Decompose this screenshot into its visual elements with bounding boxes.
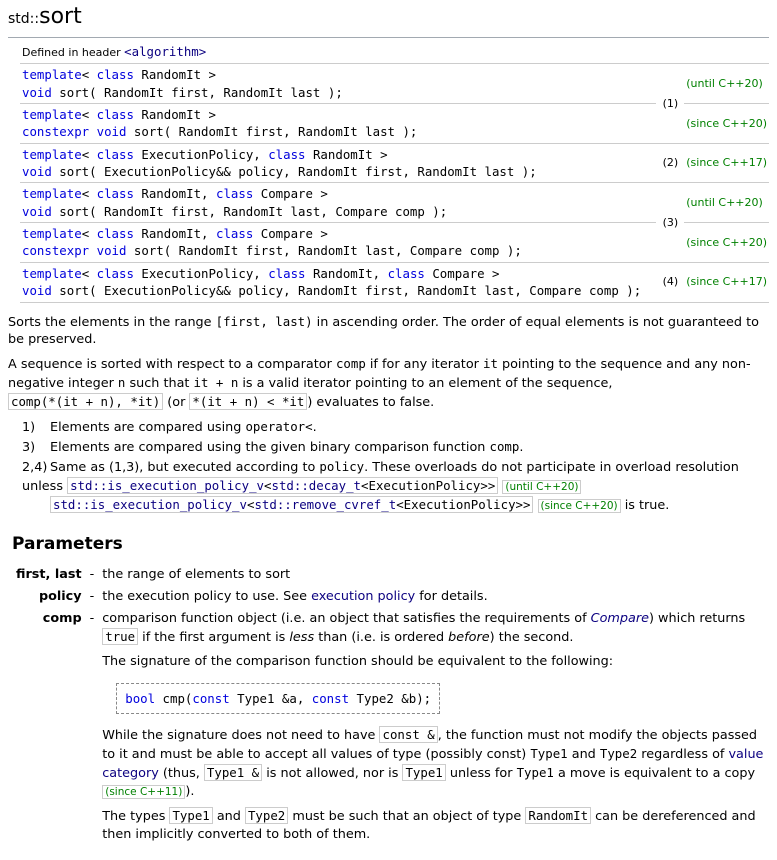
decl-mark: (until C++20) xyxy=(684,183,769,223)
param-desc: comparison function object (i.e. an obje… xyxy=(98,608,769,852)
type1-code: Type1 xyxy=(402,764,445,781)
decl-num: (3) xyxy=(656,183,684,262)
list-item: 1)Elements are compared using operator<. xyxy=(22,418,769,437)
list-item: 2,4)Same as (1,3), but executed accordin… xyxy=(22,458,769,515)
param-name: policy xyxy=(12,586,86,608)
decl-sig: template< class RandomIt >constexpr void… xyxy=(20,103,656,143)
constref-code: const & xyxy=(379,726,437,743)
sig-box: bool cmp(const Type1 &a, const Type2 &b)… xyxy=(116,683,440,714)
param-name: comp xyxy=(12,608,86,852)
randomit-code: RandomIt xyxy=(525,807,591,824)
type1ref-code: Type1 & xyxy=(204,764,262,781)
desc-para-2: A sequence is sorted with respect to a c… xyxy=(8,355,769,412)
decl-mark: (since C++17) xyxy=(684,262,769,302)
desc-para-1: Sorts the elements in the range [first, … xyxy=(8,313,769,350)
comp-note-2: The types Type1 and Type2 must be such t… xyxy=(102,807,765,844)
param-desc: the range of elements to sort xyxy=(98,564,769,586)
title-prefix: std:: xyxy=(8,11,39,27)
decl-mark: (since C++20) xyxy=(684,223,769,263)
exec-policy-code-1: std::is_execution_policy_v<std::decay_t<… xyxy=(67,477,498,494)
param-desc: the execution policy to use. See executi… xyxy=(98,586,769,608)
header-text: Defined in header xyxy=(22,46,124,59)
list-item: 3)Elements are compared using the given … xyxy=(22,438,769,457)
param-name: first, last xyxy=(12,564,86,586)
code-expr-1: comp(*(it + n), *it) xyxy=(8,393,163,410)
parameters-heading: Parameters xyxy=(12,533,769,557)
defined-in-header: Defined in header <algorithm> xyxy=(20,42,769,64)
until-mark: (until C++20) xyxy=(502,480,581,494)
code-expr-2: *(it + n) < *it xyxy=(189,393,307,410)
table-row: comp - comparison function object (i.e. … xyxy=(12,608,769,852)
since-mark: (since C++11) xyxy=(102,785,185,799)
title-main: sort xyxy=(39,4,82,29)
header-link[interactable]: <algorithm> xyxy=(124,44,206,59)
decl-sig: template< class RandomIt, class Compare … xyxy=(20,223,656,263)
decl-sig: template< class ExecutionPolicy, class R… xyxy=(20,262,656,302)
true-code: true xyxy=(102,628,138,645)
decl-num: (1) xyxy=(656,64,684,143)
parameters-table: first, last - the range of elements to s… xyxy=(12,564,769,851)
range-code: [first, last) xyxy=(216,314,313,329)
since-mark: (since C++20) xyxy=(538,499,621,513)
sig-intro: The signature of the comparison function… xyxy=(102,653,765,671)
execution-policy-link[interactable]: execution policy xyxy=(311,589,415,604)
compare-link[interactable]: Compare xyxy=(591,611,649,626)
table-row: first, last - the range of elements to s… xyxy=(12,564,769,586)
comp-note-1: While the signature does not need to hav… xyxy=(102,726,765,801)
decl-sig: template< class RandomIt >void sort( Ran… xyxy=(20,64,656,103)
decl-mark: (since C++17) xyxy=(684,143,769,183)
overload-desc-list: 1)Elements are compared using operator<.… xyxy=(22,418,769,515)
decl-mark: (until C++20) xyxy=(684,64,769,103)
declaration-table: template< class RandomIt >void sort( Ran… xyxy=(20,64,769,302)
decl-sig: template< class ExecutionPolicy, class R… xyxy=(20,143,656,183)
decl-sig: template< class RandomIt, class Compare … xyxy=(20,183,656,223)
declaration-block: Defined in header <algorithm> template< … xyxy=(20,42,769,303)
page-title: std::sort xyxy=(8,0,769,38)
exec-policy-code-2: std::is_execution_policy_v<std::remove_c… xyxy=(50,496,533,513)
decl-num: (2) xyxy=(656,143,684,183)
decl-mark: (since C++20) xyxy=(684,103,769,143)
decl-num: (4) xyxy=(656,262,684,302)
table-row: policy - the execution policy to use. Se… xyxy=(12,586,769,608)
